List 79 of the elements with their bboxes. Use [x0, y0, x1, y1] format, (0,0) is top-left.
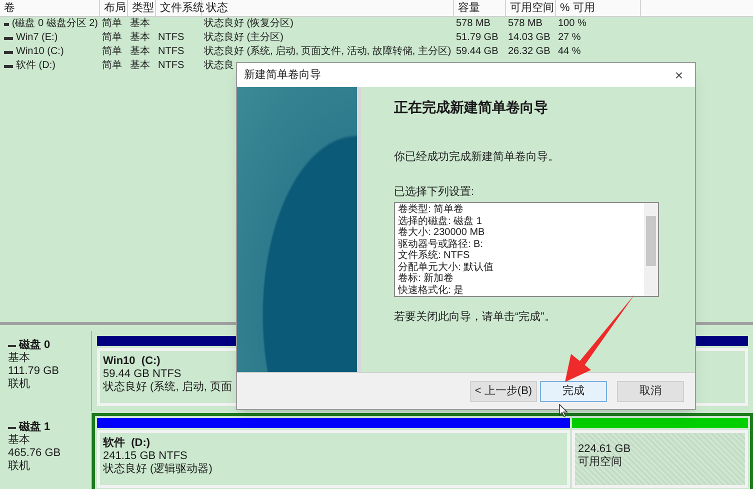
wizard-heading: 正在完成新建简单卷向导	[394, 98, 549, 117]
disk-type: 基本	[8, 434, 31, 447]
column-header[interactable]: 容量	[454, 0, 506, 16]
disk-status: 联机	[8, 378, 31, 391]
scroll-thumb[interactable]	[646, 216, 656, 266]
volume-icon	[4, 64, 13, 68]
partition-box[interactable]: 224.61 GB 可用空间	[572, 430, 748, 488]
volume-icon	[4, 22, 9, 26]
window-title: 新建简单卷向导	[244, 68, 321, 83]
table-cell: 状态良	[204, 59, 234, 73]
column-header[interactable]: 可用空间	[506, 0, 556, 16]
disk-type: 基本	[8, 352, 31, 365]
dialog-button[interactable]: 取消	[617, 380, 684, 402]
partition-size: 224.61 GB	[578, 443, 631, 456]
wizard-hint: 若要关闭此向导，请单击“完成”。	[394, 310, 556, 325]
settings-label: 已选择下列设置:	[394, 184, 476, 200]
table-cell: 578 MB	[456, 17, 490, 31]
disk-area[interactable]: 软件 (D:) 241.15 GB NTFS 状态良好 (逻辑驱动器) 224.61 GB 可用空间	[92, 413, 753, 489]
table-cell: 简单	[102, 59, 122, 73]
settings-item: 卷大小: 230000 MB	[398, 227, 486, 238]
table-cell: 51.79 GB	[456, 31, 498, 45]
column-header[interactable]: % 可用	[556, 0, 641, 16]
close-button[interactable]: ×	[670, 66, 688, 84]
settings-item: 选择的磁盘: 磁盘 1	[398, 216, 483, 226]
table-cell: (磁盘 0 磁盘分区 2)	[12, 17, 98, 31]
table-cell: 59.44 GB	[456, 45, 498, 59]
table-cell: NTFS	[158, 45, 184, 59]
dialog-button[interactable]: < 上一步(B)	[470, 380, 537, 402]
table-cell: 基本	[130, 59, 150, 73]
volume-icon	[4, 50, 13, 54]
table-cell: 基本	[130, 17, 150, 31]
table-cell: 44 %	[558, 45, 581, 59]
dialog-button[interactable]: 完成	[540, 380, 607, 402]
table-cell: 软件 (D:)	[16, 59, 56, 73]
scrollbar[interactable]	[644, 203, 658, 296]
settings-item: 快速格式化: 是	[398, 284, 465, 296]
table-cell: 简单	[102, 31, 122, 45]
partition-box[interactable]: 软件 (D:) 241.15 GB NTFS 状态良好 (逻辑驱动器)	[97, 430, 570, 488]
volume-icon	[4, 36, 13, 40]
table-cell: 578 MB	[508, 17, 542, 31]
table-cell: Win7 (E:)	[16, 31, 58, 45]
table-cell: 26.32 GB	[508, 45, 550, 59]
table-cell: Win10 (C:)	[16, 45, 64, 59]
partition-size: 59.44 GB NTFS	[103, 368, 182, 380]
partition-size: 241.15 GB NTFS	[103, 450, 188, 462]
table-cell: 简单	[102, 45, 122, 59]
wizard-message: 你已经成功完成新建简单卷向导。	[394, 150, 560, 165]
column-header[interactable]: 文件系统	[156, 0, 202, 16]
settings-item: 文件系统: NTFS	[398, 250, 471, 262]
settings-list[interactable]: 卷类型: 简单卷 选择的磁盘: 磁盘 1 卷大小: 230000 MB 驱动器号或路径: B: 文件系统: NTFS 分配单元大小: 默认值 卷标: 新加卷 快速格式化: 是	[394, 202, 659, 297]
table-cell: 27 %	[558, 31, 581, 45]
partition-name: Win10 (C:)	[103, 355, 160, 368]
table-cell: NTFS	[158, 31, 184, 45]
table-cell: 基本	[130, 31, 150, 45]
table-cell: 100 %	[558, 17, 586, 31]
table-cell: NTFS	[158, 59, 184, 73]
cursor-icon	[559, 404, 568, 417]
disk-name: 磁盘 0	[19, 339, 50, 352]
column-header[interactable]: 卷	[0, 0, 100, 16]
table-cell: 简单	[102, 17, 122, 31]
table-cell: 状态良好 (系统, 启动, 页面文件, 活动, 故障转储, 主分区)	[204, 45, 452, 59]
partition-status: 状态良好 (系统, 启动, 页面	[103, 381, 232, 394]
table-cell: 状态良好 (主分区)	[204, 31, 284, 45]
table-cell: 状态良好 (恢复分区)	[204, 17, 294, 31]
disk-status: 联机	[8, 460, 31, 473]
disk-size: 465.76 GB	[8, 447, 62, 460]
settings-item: 卷标: 新加卷	[398, 273, 455, 284]
table-cell: 14.03 GB	[508, 31, 550, 45]
column-header[interactable]: 类型	[128, 0, 156, 16]
partition-status: 可用空间	[578, 456, 622, 469]
partition-status: 状态良好 (逻辑驱动器)	[103, 463, 212, 476]
disk-size: 111.79 GB	[8, 365, 60, 378]
settings-item: 卷类型: 简单卷	[398, 204, 465, 216]
settings-item: 分配单元大小: 默认值	[398, 262, 495, 272]
partition-name: 软件 (D:)	[103, 437, 150, 450]
disk-name: 磁盘 1	[19, 421, 50, 434]
column-header[interactable]: 布局	[100, 0, 128, 16]
settings-item: 驱动器号或路径: B:	[398, 238, 484, 250]
table-cell: 基本	[130, 45, 150, 59]
